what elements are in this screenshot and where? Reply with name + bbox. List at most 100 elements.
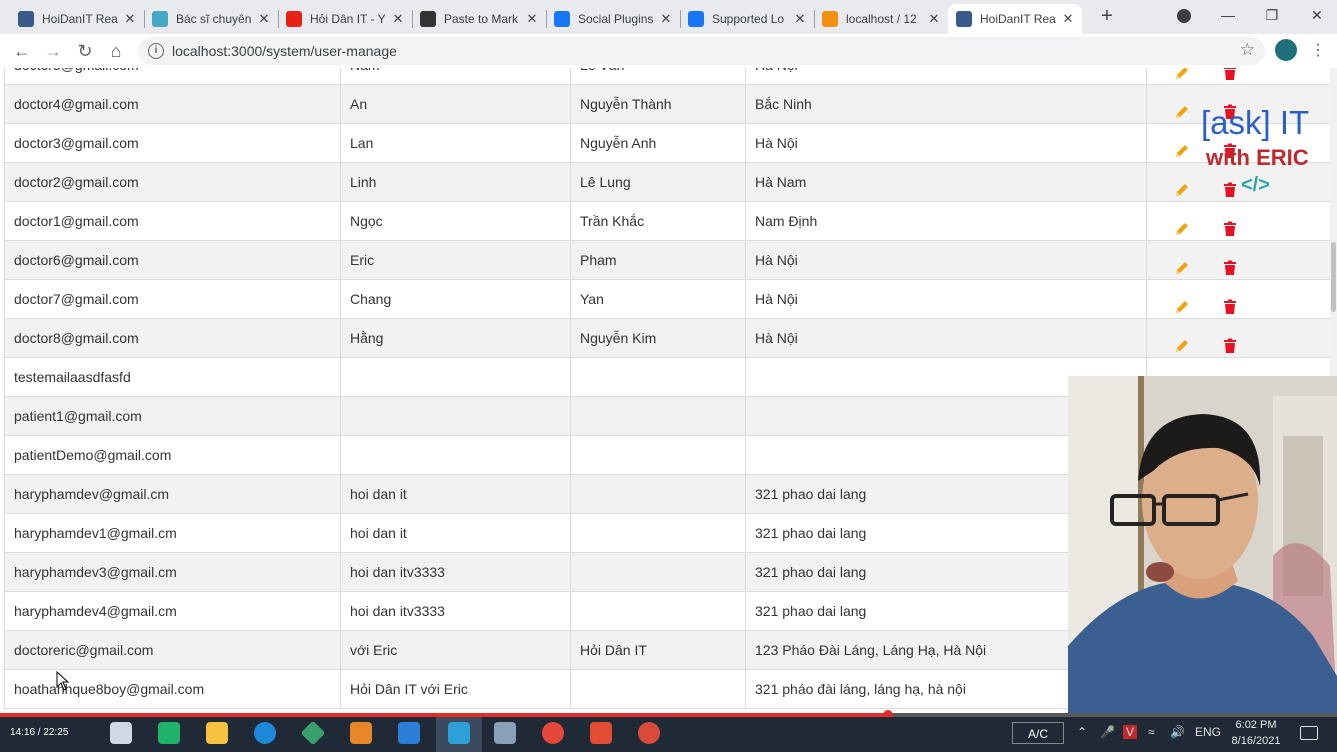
- delete-trash-icon[interactable]: [1222, 213, 1238, 236]
- profile-menu-icon[interactable]: [1170, 4, 1198, 26]
- tray-chevron-icon[interactable]: ⌃: [1077, 725, 1087, 739]
- cell-email: doctor2@gmail.com: [4, 163, 340, 202]
- browser-menu-icon[interactable]: ⋮: [1310, 39, 1326, 63]
- browser-tab[interactable]: localhost / 12 ✕: [814, 4, 948, 34]
- vscode-icon[interactable]: [398, 722, 420, 744]
- delete-trash-icon[interactable]: [1222, 330, 1238, 353]
- cell-email: doctor8@gmail.com: [4, 319, 340, 358]
- close-tab-icon[interactable]: ✕: [926, 11, 942, 27]
- camtasia-icon[interactable]: [158, 722, 180, 744]
- presenter-image: [1068, 376, 1337, 713]
- close-tab-icon[interactable]: ✕: [390, 11, 406, 27]
- tab-separator: [412, 10, 413, 28]
- cell-first-name: Hằng: [340, 319, 570, 358]
- cell-email: patient1@gmail.com: [4, 397, 340, 436]
- browser-tab[interactable]: Supported Lo ✕: [680, 4, 814, 34]
- edit-pencil-icon[interactable]: [1174, 330, 1190, 352]
- cell-first-name: [340, 358, 570, 397]
- close-tab-icon[interactable]: ✕: [122, 11, 138, 27]
- cell-address: Hà Nội: [745, 280, 1146, 319]
- chrome-alt-icon[interactable]: [638, 722, 660, 744]
- forward-button[interactable]: →: [41, 39, 65, 63]
- clock-date: 8/16/2021: [1231, 735, 1281, 747]
- system-clock[interactable]: 6:02 PM 8/16/2021: [1226, 717, 1286, 749]
- home-button[interactable]: ⌂: [104, 39, 128, 63]
- close-window-button[interactable]: ✕: [1303, 4, 1331, 26]
- cell-first-name: với Eric: [340, 631, 570, 670]
- volume-icon[interactable]: 🔊: [1170, 725, 1185, 739]
- cell-actions: [1146, 202, 1335, 241]
- cell-email: doctor4@gmail.com: [4, 85, 340, 124]
- chrome-profile-icon[interactable]: [448, 722, 470, 744]
- cell-first-name: hoi dan it: [340, 514, 570, 553]
- reload-button[interactable]: ↻: [73, 39, 97, 63]
- cell-last-name: Trần Khắc: [570, 202, 745, 241]
- facebook-icon: [688, 11, 704, 27]
- delete-trash-icon[interactable]: [1222, 252, 1238, 275]
- profile-avatar[interactable]: [1275, 39, 1297, 61]
- edit-pencil-icon[interactable]: [1174, 135, 1190, 157]
- browser-tab[interactable]: Bác sĩ chuyên ✕: [144, 4, 278, 34]
- browser-tab[interactable]: HoiDanIT Rea ✕: [948, 4, 1082, 34]
- close-tab-icon[interactable]: ✕: [658, 11, 674, 27]
- close-tab-icon[interactable]: ✕: [524, 11, 540, 27]
- back-button[interactable]: ←: [10, 39, 34, 63]
- scrollbar-thumb[interactable]: [1331, 242, 1336, 312]
- edit-pencil-icon[interactable]: [1174, 213, 1190, 235]
- cell-last-name: [570, 670, 745, 709]
- edit-pencil-icon[interactable]: [1174, 252, 1190, 274]
- cell-email: haryphamdev4@gmail.cm: [4, 592, 340, 631]
- mouse-cursor-icon: [56, 671, 70, 691]
- edit-pencil-icon[interactable]: [1174, 96, 1190, 118]
- cell-actions: [1146, 68, 1335, 85]
- file-explorer-icon[interactable]: [206, 722, 228, 744]
- notification-center-icon[interactable]: [1300, 726, 1318, 740]
- cell-address: Hà Nam: [745, 163, 1146, 202]
- cell-last-name: Lê Lung: [570, 163, 745, 202]
- delete-trash-icon[interactable]: [1222, 291, 1238, 314]
- microphone-icon[interactable]: 🎤: [1100, 725, 1115, 739]
- skype-icon[interactable]: [254, 722, 276, 744]
- cell-first-name: Nam: [340, 68, 570, 85]
- task-view-icon[interactable]: [110, 722, 132, 744]
- sourcetree-icon[interactable]: [300, 720, 326, 746]
- presentation-app-icon[interactable]: [590, 722, 612, 744]
- clock-time: 6:02 PM: [1235, 719, 1277, 731]
- markdown-icon: [420, 11, 436, 27]
- restore-button[interactable]: ❐: [1258, 4, 1286, 26]
- tab-separator: [278, 10, 279, 28]
- minimize-button[interactable]: —: [1214, 4, 1242, 26]
- tab-title: Paste to Mark: [444, 12, 519, 26]
- new-tab-button[interactable]: +: [1097, 5, 1117, 29]
- cell-address: Hà Nội: [745, 124, 1146, 163]
- language-indicator[interactable]: ENG: [1195, 725, 1221, 739]
- tray-app-icon[interactable]: V: [1123, 725, 1138, 739]
- bookmark-star-icon[interactable]: ☆: [1240, 40, 1255, 60]
- youtube-icon: [286, 11, 302, 27]
- notes-app-icon[interactable]: [494, 722, 516, 744]
- site-info-icon[interactable]: i: [148, 43, 164, 59]
- ac-indicator[interactable]: A/C: [1012, 722, 1064, 744]
- browser-tab[interactable]: HoiDanIT Rea ✕: [10, 4, 144, 34]
- address-bar[interactable]: i localhost:3000/system/user-manage ☆: [138, 37, 1265, 65]
- chrome-icon[interactable]: [542, 722, 564, 744]
- cell-actions: [1146, 241, 1335, 280]
- network-icon[interactable]: ≈: [1148, 725, 1155, 739]
- browser-tab[interactable]: Hỏi Dân IT - Y ✕: [278, 4, 412, 34]
- app-icon[interactable]: [350, 722, 372, 744]
- webcam-overlay: [1068, 376, 1337, 713]
- edit-pencil-icon[interactable]: [1174, 291, 1190, 313]
- delete-trash-icon[interactable]: [1222, 68, 1238, 80]
- browser-tab[interactable]: Social Plugins ✕: [546, 4, 680, 34]
- cell-email: doctor5@gmail.com: [4, 68, 340, 85]
- browser-tab[interactable]: Paste to Mark ✕: [412, 4, 546, 34]
- cell-email: hoathanhque8boy@gmail.com: [4, 670, 340, 709]
- close-tab-icon[interactable]: ✕: [256, 11, 272, 27]
- close-tab-icon[interactable]: ✕: [792, 11, 808, 27]
- edit-pencil-icon[interactable]: [1174, 174, 1190, 196]
- close-tab-icon[interactable]: ✕: [1060, 11, 1076, 27]
- cell-first-name: Chang: [340, 280, 570, 319]
- cell-last-name: Lê Văn: [570, 68, 745, 85]
- cell-first-name: Linh: [340, 163, 570, 202]
- edit-pencil-icon[interactable]: [1174, 68, 1190, 79]
